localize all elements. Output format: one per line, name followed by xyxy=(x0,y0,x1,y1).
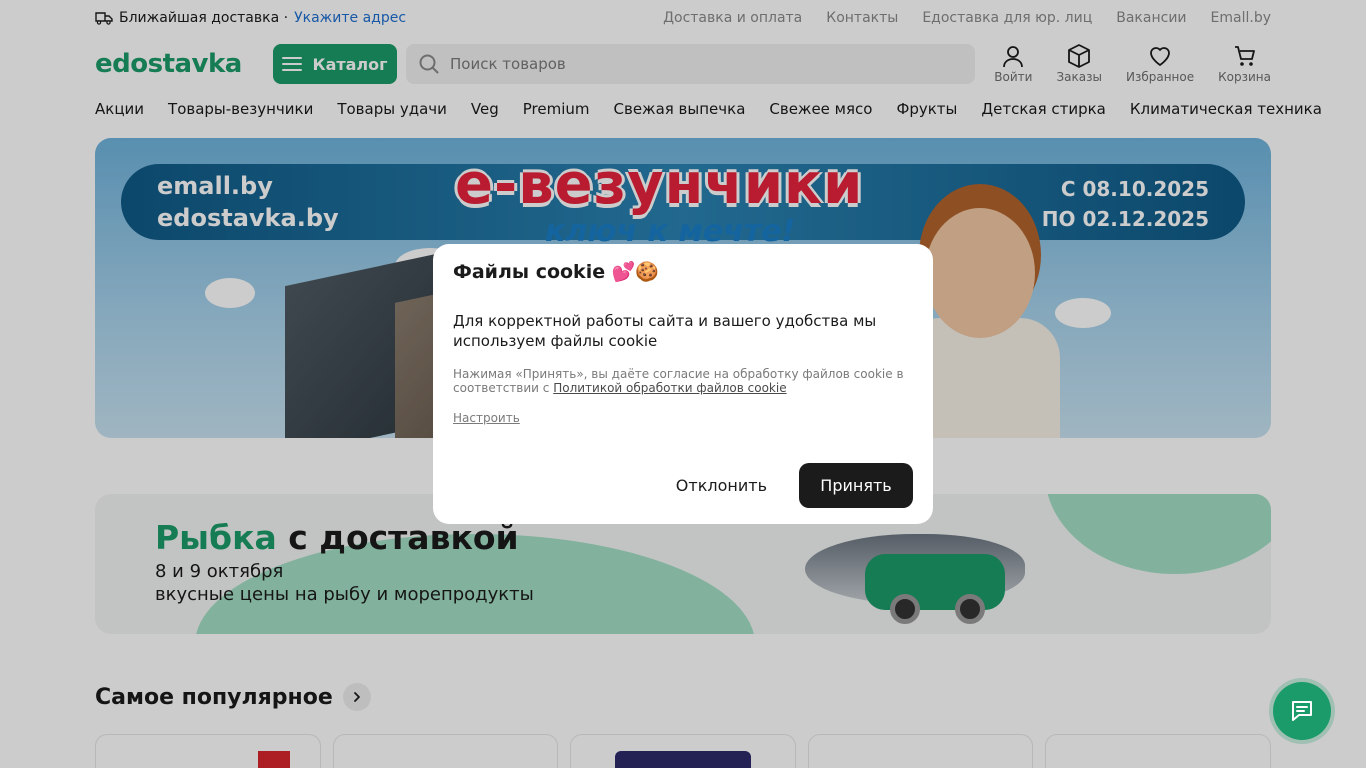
decline-button[interactable]: Отклонить xyxy=(660,463,783,508)
cookie-dialog-title: Файлы cookie 💕🍪 xyxy=(453,261,660,283)
cookie-dialog: Файлы cookie 💕🍪 Для корректной работы са… xyxy=(433,244,933,524)
cookie-dialog-consent: Нажимая «Принять», вы даёте согласие на … xyxy=(453,367,913,395)
chat-icon xyxy=(1292,701,1312,721)
cookie-dialog-actions: Отклонить Принять xyxy=(660,463,913,508)
cookie-configure-link[interactable]: Настроить xyxy=(453,411,520,425)
cookie-policy-link[interactable]: Политикой обработки файлов cookie xyxy=(553,381,786,395)
cookie-dialog-body: Для корректной работы сайта и вашего удо… xyxy=(453,312,877,350)
accept-button[interactable]: Принять xyxy=(799,463,913,508)
chat-button[interactable] xyxy=(1273,682,1331,740)
